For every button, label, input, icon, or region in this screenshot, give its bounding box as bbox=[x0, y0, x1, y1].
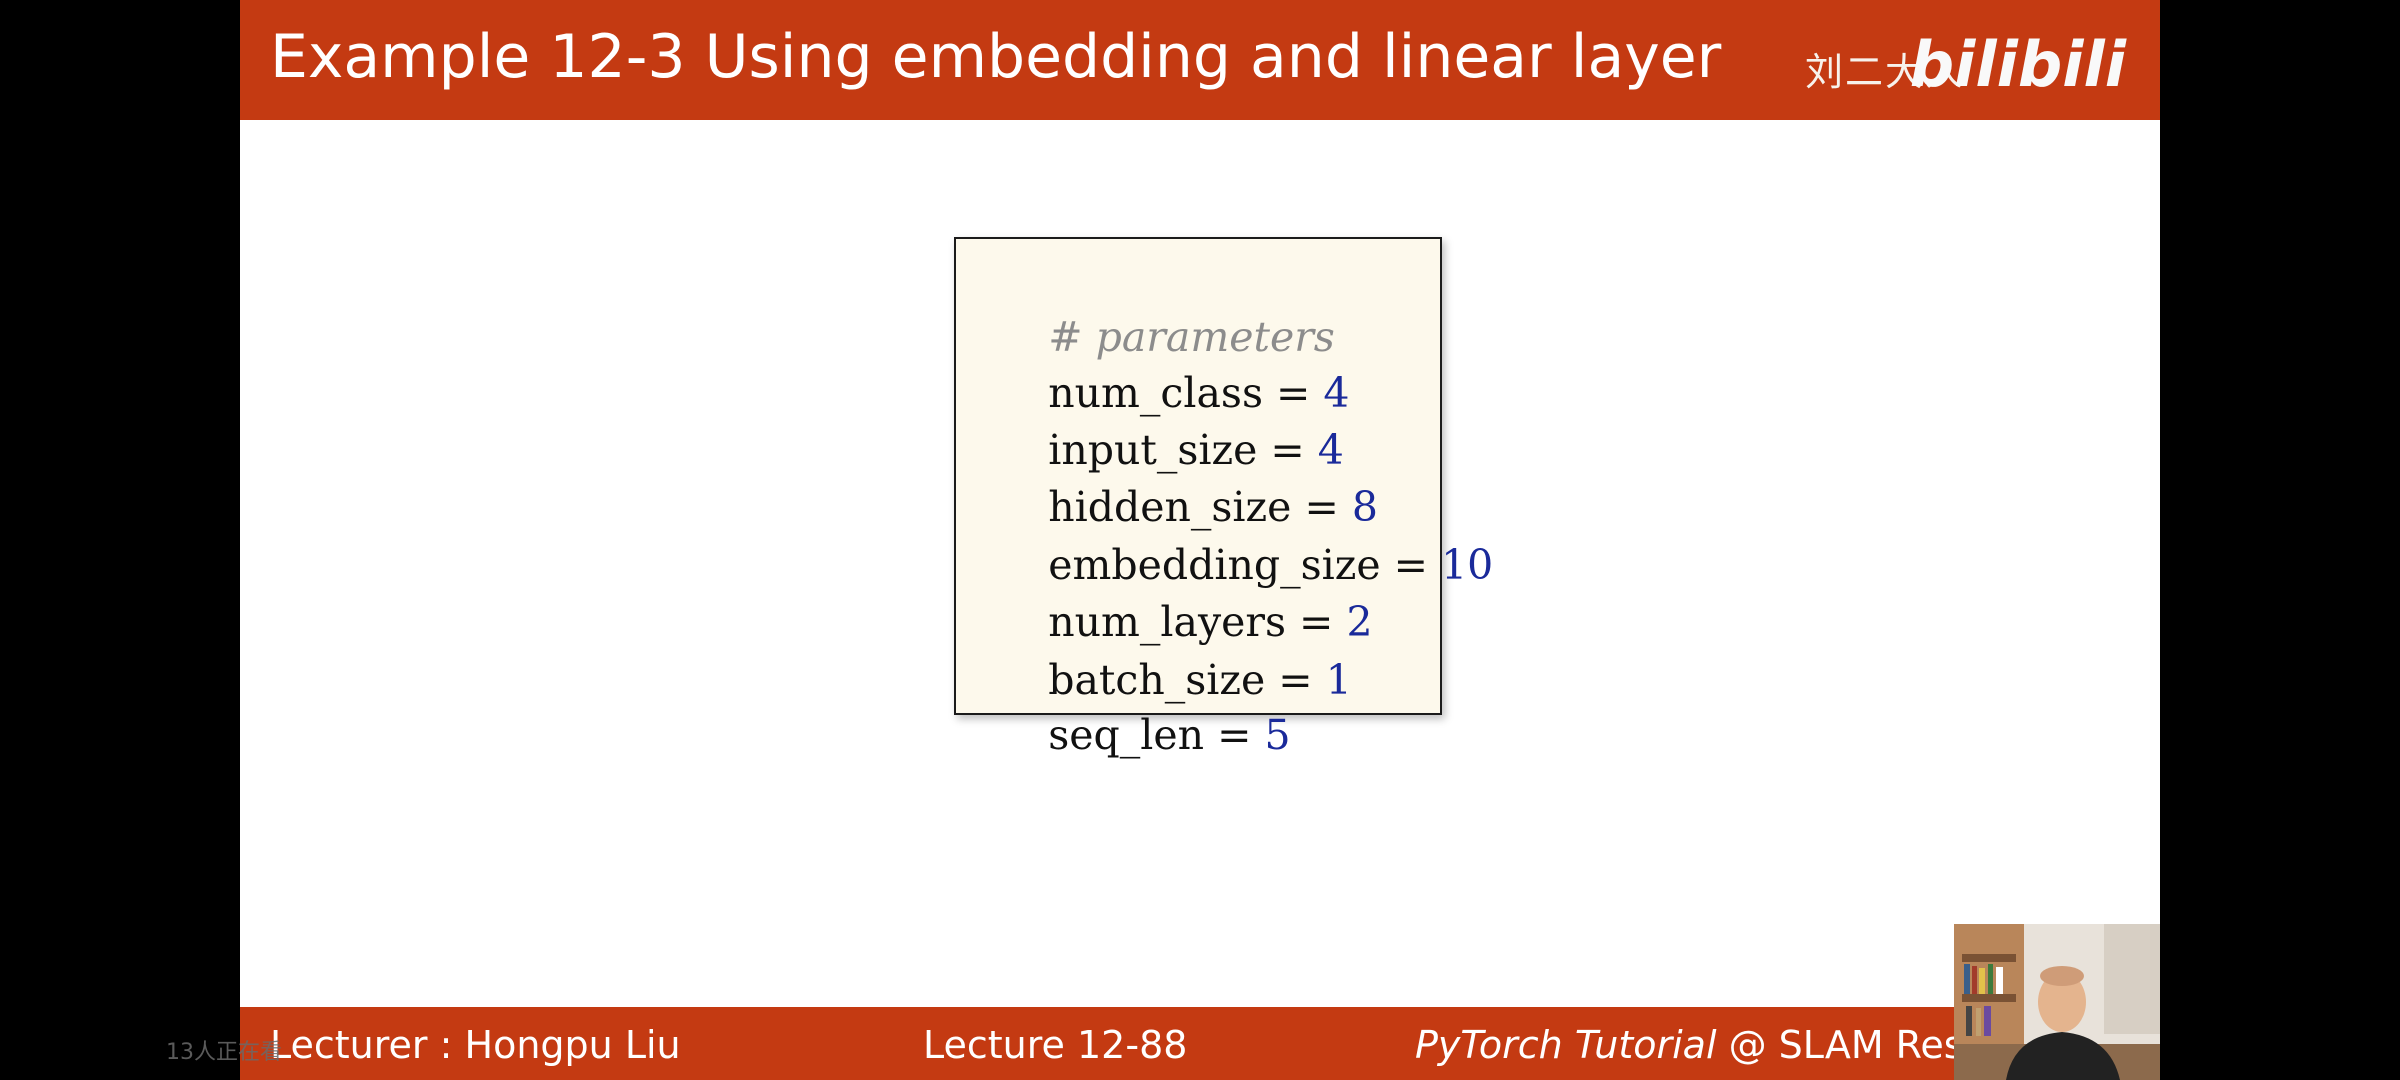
title-bar: Example 12-3 Using embedding and linear … bbox=[240, 0, 2160, 120]
code-op: = bbox=[1204, 711, 1265, 759]
code-line-comment: # parameters bbox=[970, 253, 1335, 361]
code-line: hidden_size = 8 bbox=[970, 423, 1378, 531]
lecture-number: Lecture 12-88 bbox=[923, 1023, 1188, 1067]
code-line: embedding_size = 10 bbox=[970, 481, 1493, 589]
slide: Example 12-3 Using embedding and linear … bbox=[240, 0, 2160, 1080]
code-value: 1 bbox=[1325, 656, 1352, 704]
code-line: seq_len = 5 bbox=[970, 651, 1290, 759]
lecturer-label: Lecturer : Hongpu Liu bbox=[270, 1023, 681, 1067]
lecturer-webcam bbox=[1954, 924, 2160, 1080]
tutorial-label: PyTorch Tutorial @ SLAM Resea bbox=[1415, 1023, 2010, 1067]
viewer-count: 13人正在看 bbox=[166, 1040, 282, 1065]
code-line: num_class = 4 bbox=[970, 309, 1349, 417]
webcam-image bbox=[1954, 924, 2160, 1080]
code-line: num_layers = 2 bbox=[970, 538, 1372, 646]
bilibili-logo: bilibili bbox=[1909, 28, 2126, 101]
code-op: = bbox=[1380, 541, 1442, 589]
code-value: 10 bbox=[1441, 541, 1494, 589]
footer-bar: Lecturer : Hongpu Liu Lecture 12-88 PyTo… bbox=[240, 1007, 2160, 1080]
code-box: # parameters num_class = 4 input_size = … bbox=[954, 237, 1493, 759]
code-value: 5 bbox=[1264, 711, 1291, 759]
code-line: input_size = 4 bbox=[970, 366, 1344, 474]
code-line: batch_size = 1 bbox=[970, 596, 1352, 704]
slide-title: Example 12-3 Using embedding and linear … bbox=[270, 22, 1722, 92]
code-var: seq_len bbox=[1048, 711, 1205, 759]
tutorial-italic: PyTorch Tutorial bbox=[1415, 1023, 1717, 1067]
